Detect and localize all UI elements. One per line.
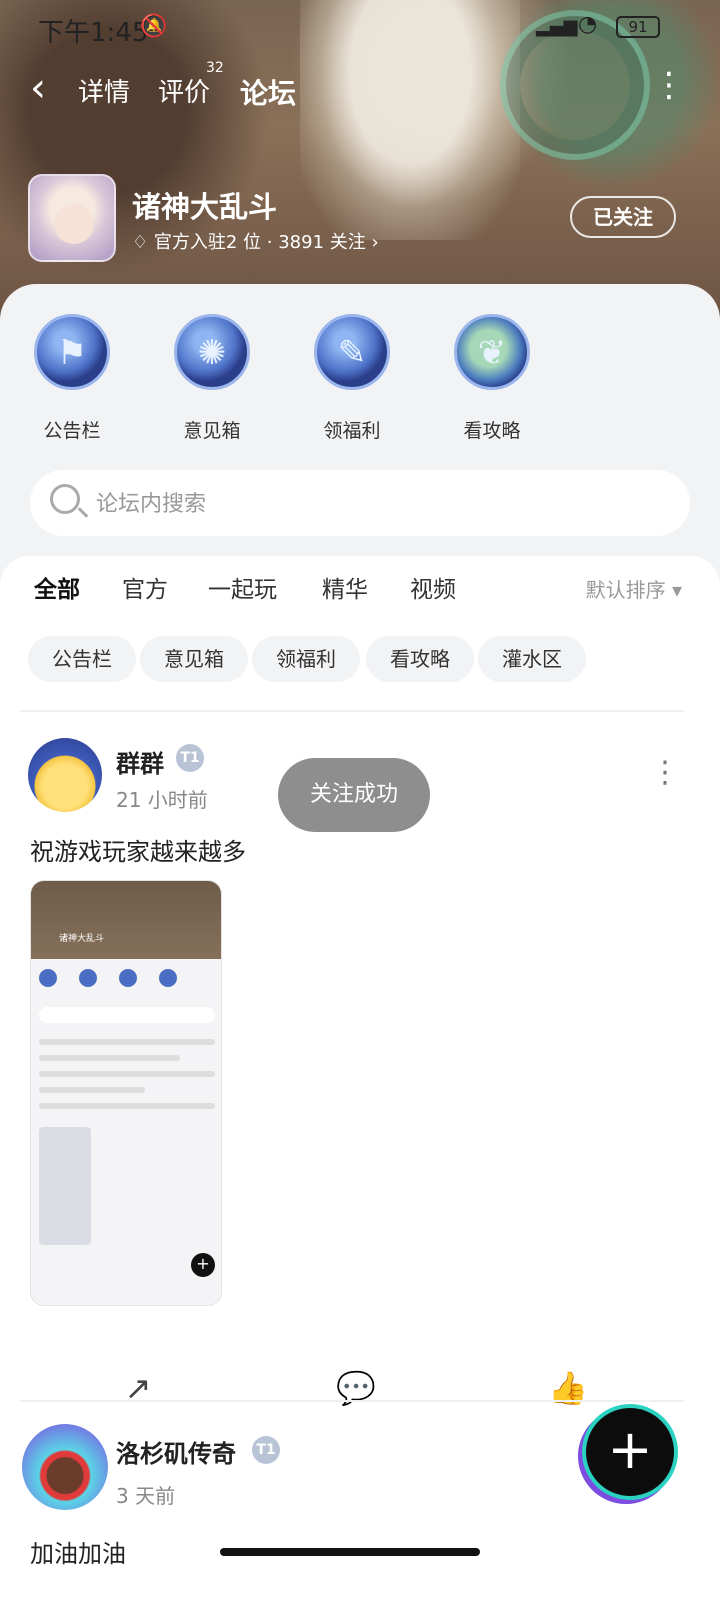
quick-link-rewards[interactable]: ✎ 领福利 (302, 314, 402, 443)
filter-tab-all[interactable]: 全部 (34, 570, 80, 610)
post-time: 3 天前 (116, 1484, 176, 1508)
filter-tab-featured[interactable]: 精华 (322, 570, 368, 604)
back-arrow-icon[interactable]: ‹ (30, 68, 46, 108)
comment-icon[interactable]: 💬 (336, 1368, 376, 1408)
post-time: 21 小时前 (116, 788, 208, 812)
post-author[interactable]: 洛杉矶传奇 (116, 1434, 236, 1469)
home-indicator[interactable] (220, 1548, 480, 1556)
post-content: 祝游戏玩家越来越多 (30, 838, 246, 866)
search-icon (50, 484, 80, 514)
game-card: 诸神大乱斗 ♢ 官方入驻2 位 · 3891 关注 › 已关注 (28, 174, 708, 264)
scroll-flag-icon: ⚑ (34, 314, 110, 390)
post-image-thumbnail-caption: 诸神大乱斗 (59, 934, 105, 944)
tab-forum[interactable]: 论坛 (240, 72, 300, 116)
post-image-orbs (39, 969, 215, 989)
tab-forum-label: 论坛 (240, 77, 297, 110)
diamond-icon: ♢ (132, 232, 149, 253)
game-name: 诸神大乱斗 (132, 190, 278, 224)
more-vertical-icon[interactable]: ⋮ (652, 68, 686, 102)
tab-detail[interactable]: 详情 (78, 72, 130, 109)
divider (20, 1400, 684, 1402)
post-image-nested-screenshot (39, 1127, 91, 1245)
filter-tab-official[interactable]: 官方 (122, 570, 168, 604)
quick-link-label: 意见箱 (183, 420, 241, 442)
chip-feedback[interactable]: 意见箱 (140, 636, 248, 682)
sort-dropdown[interactable]: 默认排序 ▾ (586, 574, 682, 603)
chip-guides[interactable]: 看攻略 (366, 636, 474, 682)
toast-message: 关注成功 (278, 758, 430, 832)
avatar[interactable] (28, 738, 102, 812)
quick-link-guides[interactable]: ❦ 看攻略 (442, 314, 542, 443)
filter-tabs: 全部 官方 一起玩 精华 视频 默认排序 ▾ (0, 570, 720, 620)
filter-tab-label: 全部 (34, 577, 80, 603)
avatar[interactable] (22, 1424, 108, 1510)
post-author[interactable]: 群群 (116, 744, 164, 779)
tab-review[interactable]: 评价 32 (158, 60, 224, 109)
game-meta[interactable]: ♢ 官方入驻2 位 · 3891 关注 › (132, 228, 379, 254)
filter-tab-video[interactable]: 视频 (410, 570, 456, 604)
review-count-badge: 32 (206, 60, 224, 76)
post-more-icon[interactable]: ⋮ (650, 758, 680, 788)
quick-link-label: 公告栏 (43, 420, 101, 442)
divider (20, 710, 684, 712)
filter-tab-play-together[interactable]: 一起玩 (208, 570, 277, 604)
share-icon[interactable]: ↗ (118, 1368, 158, 1408)
post-image[interactable]: 诸神大乱斗 + (30, 880, 222, 1306)
chip-notice[interactable]: 公告栏 (28, 636, 136, 682)
forum-sheet: ⚑ 公告栏 ✺ 意见箱 ✎ 领福利 ❦ 看攻略 论坛内搜索 全部 官方 一起玩 … (0, 284, 720, 1600)
thumbs-up-icon[interactable]: 👍 (548, 1368, 588, 1408)
tab-review-label: 评价 (158, 78, 211, 108)
new-post-button[interactable]: + (582, 1404, 678, 1500)
game-meta-text: 官方入驻2 位 · 3891 关注 › (153, 232, 379, 253)
silent-bell-icon: 🔕 (140, 14, 168, 39)
status-time: 下午1:45 (38, 18, 149, 48)
followed-button[interactable]: 已关注 (570, 196, 676, 238)
quick-link-label: 领福利 (323, 420, 381, 442)
plus-icon: + (607, 1418, 653, 1481)
chip-rewards[interactable]: 领福利 (252, 636, 360, 682)
signal-icon: ▂▄▆ (536, 16, 578, 37)
post-content: 加油加油 (30, 1540, 126, 1568)
quick-link-feedback[interactable]: ✺ 意见箱 (162, 314, 262, 443)
category-chips: 公告栏 意见箱 领福利 看攻略 灌水区 (28, 636, 708, 682)
user-level-badge: T1 (176, 744, 204, 772)
post-image-search-art (39, 1007, 215, 1023)
post-image-text-lines (39, 1039, 215, 1119)
user-level-badge: T1 (252, 1436, 280, 1464)
chip-chat[interactable]: 灌水区 (478, 636, 586, 682)
quick-link-notice[interactable]: ⚑ 公告栏 (22, 314, 122, 443)
active-filter-underline (34, 602, 80, 610)
tree-icon: ❦ (454, 314, 530, 390)
galaxy-icon: ✺ (174, 314, 250, 390)
post-image-fab-art: + (191, 1253, 215, 1277)
battery-icon: 91 (616, 16, 660, 38)
wifi-icon: ◔ (578, 12, 598, 37)
game-icon[interactable] (28, 174, 116, 262)
post-image-header-art: 诸神大乱斗 (31, 881, 221, 959)
status-bar: 下午1:45 🔕 ▂▄▆ ◔ 91 (0, 8, 720, 48)
scroll-icon: ✎ (314, 314, 390, 390)
quick-link-label: 看攻略 (463, 420, 521, 442)
top-nav: ‹ 详情 评价 32 论坛 ⋮ (0, 60, 720, 118)
search-input[interactable]: 论坛内搜索 (30, 470, 690, 536)
search-placeholder: 论坛内搜索 (96, 492, 207, 517)
